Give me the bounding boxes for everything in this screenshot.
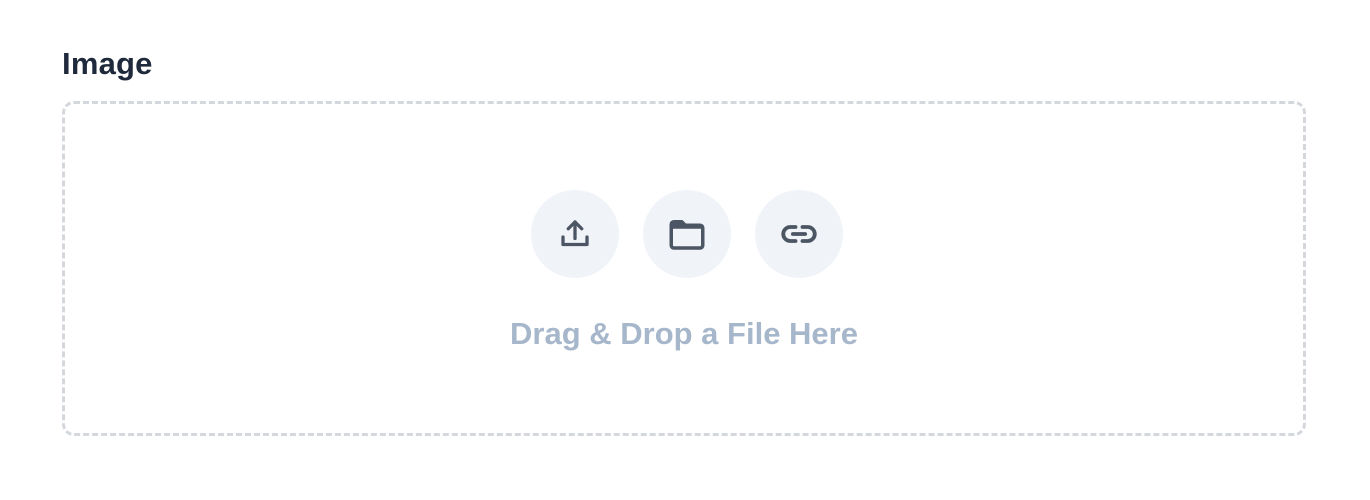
upload-button[interactable]: [531, 190, 619, 278]
browse-folder-button[interactable]: [643, 190, 731, 278]
folder-icon: [669, 220, 705, 250]
upload-icon: [561, 220, 589, 247]
field-label: Image: [62, 46, 153, 81]
link-icon: [781, 225, 817, 243]
file-dropzone[interactable]: Drag & Drop a File Here: [62, 101, 1306, 436]
link-url-button[interactable]: [755, 190, 843, 278]
dropzone-hint: Drag & Drop a File Here: [510, 316, 858, 351]
upload-actions: [531, 190, 843, 278]
